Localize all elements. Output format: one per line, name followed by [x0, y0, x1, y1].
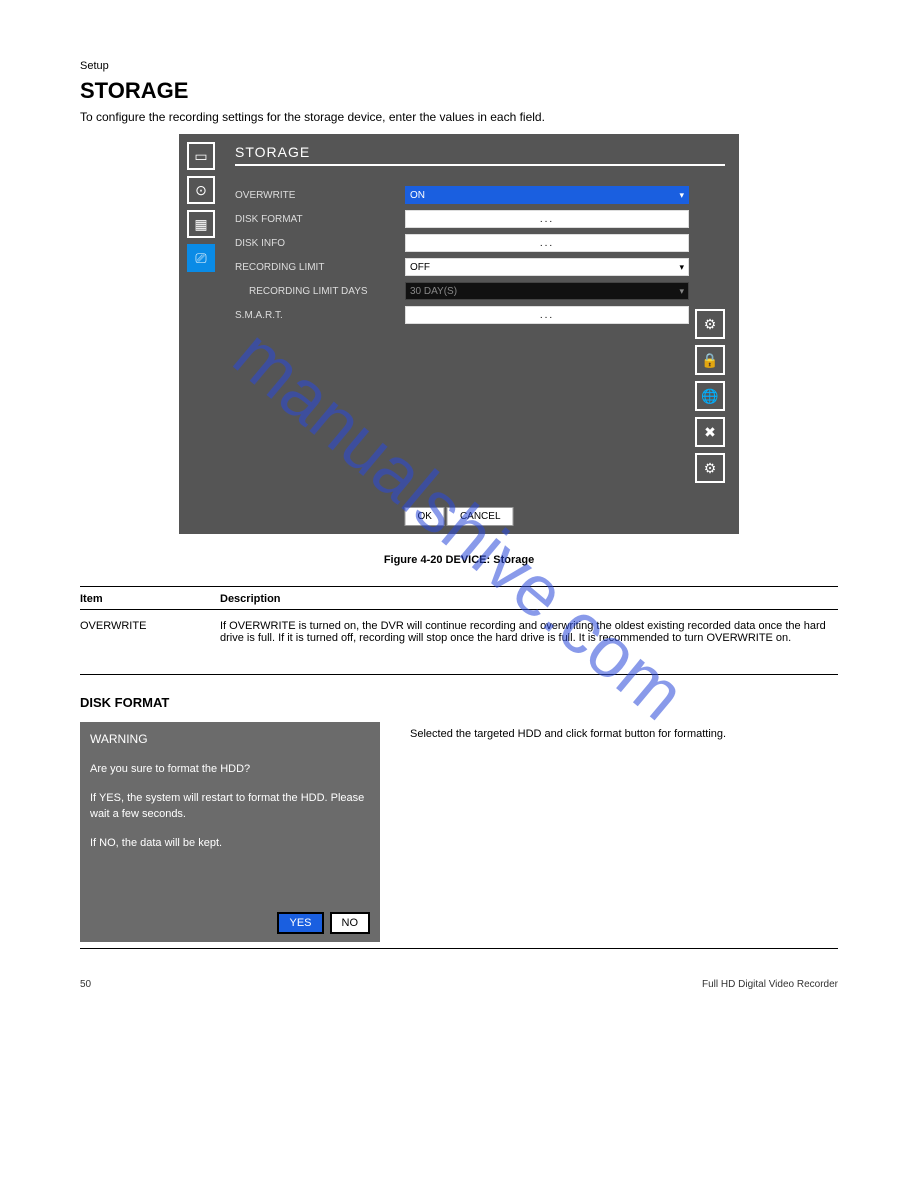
warning-side-text: Selected the targeted HDD and click form… [410, 722, 838, 743]
overwrite-label: OVERWRITE [235, 190, 405, 201]
sidebar-device-icon[interactable]: ▦ [187, 210, 215, 238]
gears-icon: ⚙ [704, 316, 717, 333]
overwrite-field[interactable]: ON ▾ [405, 186, 689, 204]
screenshot-title: STORAGE [235, 144, 310, 160]
page-section: Setup [80, 60, 838, 72]
table-row: OVERWRITE If OVERWRITE is turned on, the… [80, 610, 838, 675]
disk-format-value: ... [540, 214, 554, 225]
storage-icon: ⎚ [195, 250, 206, 267]
sidebar-record-icon[interactable]: ⊙ [187, 176, 215, 204]
recording-limit-label: RECORDING LIMIT [235, 262, 405, 273]
table-header-description: Description [220, 587, 838, 610]
disk-format-label: DISK FORMAT [235, 214, 405, 225]
storage-screenshot: ▭ ⊙ ▦ ⎚ STORAGE OVERWRITE ON ▾ DISK FORMA… [179, 134, 739, 534]
warning-title: WARNING [90, 732, 370, 746]
monitor-icon: ▭ [194, 148, 207, 165]
right-network-icon[interactable]: 🌐 [695, 381, 725, 411]
footer-product: Full HD Digital Video Recorder [702, 979, 838, 990]
smart-field[interactable]: ... [405, 306, 689, 324]
figure-caption: Figure 4-20 DEVICE: Storage [80, 554, 838, 566]
recording-limit-days-value: 30 DAY(S) [410, 286, 457, 297]
smart-value: ... [540, 310, 554, 321]
chevron-down-icon: ▾ [679, 262, 684, 273]
table-cell-item: OVERWRITE [80, 610, 220, 675]
table-header-item: Item [80, 587, 220, 610]
no-button[interactable]: NO [330, 912, 371, 934]
reel-icon: ⊙ [195, 182, 207, 199]
warning-line1: Are you sure to format the HDD? [90, 762, 370, 777]
grid-icon: ▦ [194, 216, 207, 233]
table-cell-description: If OVERWRITE is turned on, the DVR will … [220, 610, 838, 675]
globe-icon: 🌐 [701, 388, 718, 405]
disk-info-value: ... [540, 238, 554, 249]
warning-line2: If YES, the system will restart to forma… [90, 791, 370, 822]
disk-format-field[interactable]: ... [405, 210, 689, 228]
sidebar-storage-icon[interactable]: ⎚ [187, 244, 215, 272]
lock-icon: 🔒 [701, 352, 718, 369]
sidebar-display-icon[interactable]: ▭ [187, 142, 215, 170]
recording-limit-days-label: RECORDING LIMIT DAYS [235, 286, 405, 297]
recording-limit-value: OFF [410, 262, 430, 273]
gear-search-icon: ⚙ [704, 460, 717, 477]
disk-info-label: DISK INFO [235, 238, 405, 249]
chevron-down-icon: ▾ [679, 286, 684, 297]
disk-info-field[interactable]: ... [405, 234, 689, 252]
recording-limit-days-field[interactable]: 30 DAY(S) ▾ [405, 282, 689, 300]
right-search-icon[interactable]: ⚙ [695, 453, 725, 483]
warning-line3: If NO, the data will be kept. [90, 836, 370, 851]
recording-limit-field[interactable]: OFF ▾ [405, 258, 689, 276]
title-underline [235, 164, 725, 166]
right-lock-icon[interactable]: 🔒 [695, 345, 725, 375]
ok-button[interactable]: OK [404, 507, 444, 526]
warning-dialog-screenshot: WARNING Are you sure to format the HDD? … [80, 722, 380, 942]
right-tools-icon[interactable]: ✖ [695, 417, 725, 447]
chevron-down-icon: ▾ [679, 190, 684, 201]
right-gears-icon[interactable]: ⚙ [695, 309, 725, 339]
description-table: Item Description OVERWRITE If OVERWRITE … [80, 586, 838, 675]
overwrite-value: ON [410, 190, 425, 201]
page-subtitle: To configure the recording settings for … [80, 110, 838, 124]
yes-button[interactable]: YES [277, 912, 323, 934]
disk-format-section-title: DISK FORMAT [80, 695, 838, 710]
cancel-button[interactable]: CANCEL [447, 507, 514, 526]
page-number: 50 [80, 979, 91, 990]
page-title: STORAGE [80, 78, 838, 104]
smart-label: S.M.A.R.T. [235, 310, 405, 321]
tools-icon: ✖ [704, 424, 716, 441]
